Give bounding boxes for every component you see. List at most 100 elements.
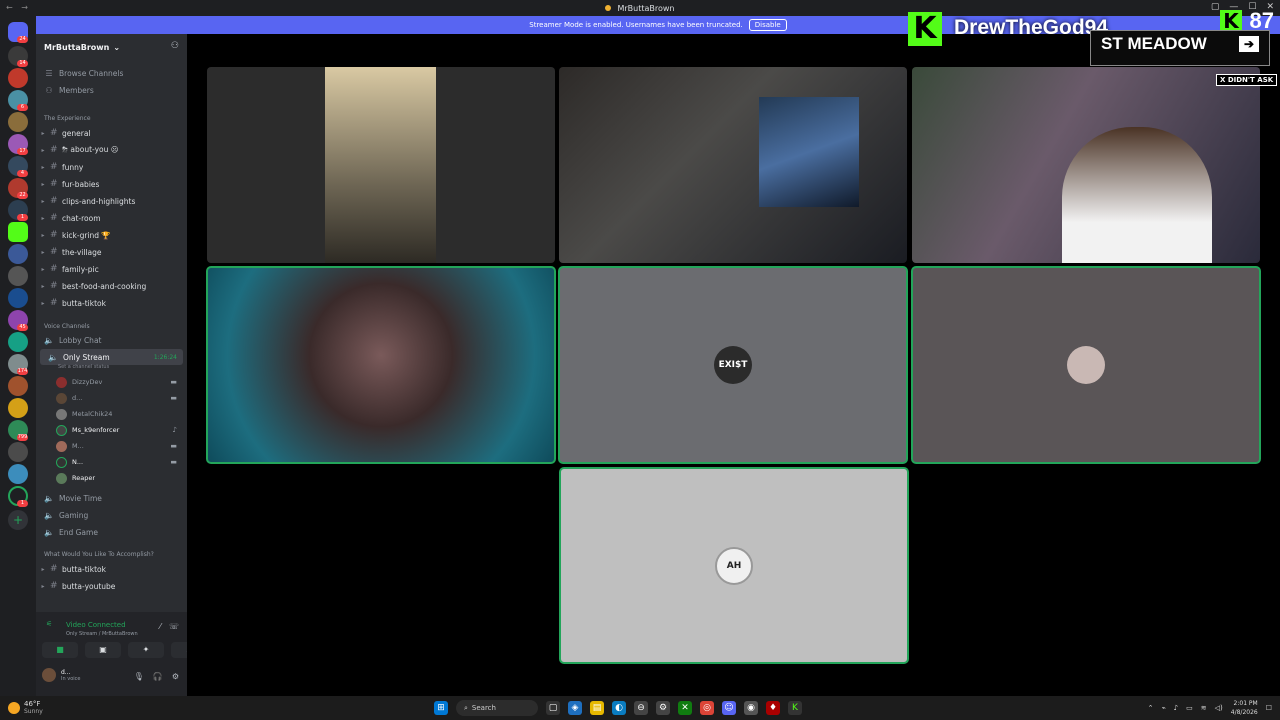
server-icon[interactable] (8, 398, 28, 418)
channel-fur-babies[interactable]: ▸ # fur-babies (36, 176, 187, 192)
chevron-up-icon[interactable]: ⌃ (1148, 704, 1154, 712)
voice-member[interactable]: d... ▬ (56, 390, 183, 406)
xbox-icon[interactable]: ✕ (678, 701, 692, 715)
channel-family-pic[interactable]: ▸ # family-pic (36, 261, 187, 277)
voice-member[interactable]: Reaper (56, 470, 183, 486)
voice-member[interactable]: MetalChik24 (56, 406, 183, 422)
browse-channels-item[interactable]: ☰ Browse Channels (36, 65, 187, 81)
weather-widget[interactable]: 46°F Sunny (8, 700, 43, 715)
voice-member[interactable]: DizzyDev ▬ (56, 374, 183, 390)
connection-channel[interactable]: Only Stream / MrButtaBrown (66, 631, 138, 637)
video-tile-avatar-ah[interactable]: AH (559, 467, 909, 664)
video-tile-participant-2[interactable] (559, 67, 907, 263)
server-header[interactable]: MrButtaBrown ⌄ ⚇ (36, 34, 187, 60)
video-tile-participant-1[interactable] (207, 67, 555, 263)
voice-member[interactable]: M... ▬ (56, 438, 183, 454)
channel-label: family-pic (62, 264, 99, 274)
disconnect-icon[interactable]: ☏ (169, 622, 179, 631)
add-server-icon[interactable]: + (8, 510, 28, 530)
video-tile-speaking[interactable] (206, 266, 556, 464)
disable-streamer-mode-button[interactable]: Disable (748, 19, 787, 31)
channel-status-prompt[interactable]: Set a channel status (58, 364, 109, 370)
network-icon[interactable]: ⌁ (1161, 704, 1165, 712)
server-icon[interactable] (8, 112, 28, 132)
activities-button[interactable]: ✦ (128, 642, 164, 658)
mention-badge: 45 (17, 324, 28, 331)
volume-icon[interactable]: ◁) (1215, 704, 1223, 712)
gear-icon[interactable]: ⚙ (172, 672, 179, 681)
channel-chat-room[interactable]: ▸ # chat-room (36, 210, 187, 226)
app-icon[interactable]: ⊖ (634, 701, 648, 715)
voice-member[interactable]: N... ▬ (56, 454, 183, 470)
server-icon[interactable] (8, 332, 28, 352)
server-icon[interactable] (8, 244, 28, 264)
wifi-icon[interactable]: ≋ (1201, 704, 1207, 712)
channel-butta-youtube[interactable]: ▸ # butta-youtube (36, 578, 187, 594)
mention-badge: 1 (17, 214, 28, 221)
mention-badge: 799 (17, 434, 28, 441)
signal-icon: ⚟ (46, 620, 53, 628)
notifications-icon[interactable]: ☐ (1266, 704, 1272, 712)
chrome-icon[interactable]: ◎ (700, 701, 714, 715)
discord-icon[interactable]: ☺ (722, 701, 736, 715)
server-icon[interactable] (8, 376, 28, 396)
sun-icon (8, 701, 20, 714)
clock[interactable]: 2:01 PM 4/8/2026 (1231, 699, 1258, 717)
voice-member[interactable]: Ms_k9enforcer ♪ (56, 422, 183, 438)
headphones-icon[interactable]: 🎧 (153, 672, 163, 681)
mic-icon[interactable]: ♪ (1174, 704, 1178, 712)
user-controls: 🎙 🎧 ⚙ (134, 672, 179, 681)
app-icon[interactable]: ♦ (766, 701, 780, 715)
channel-about-you[interactable]: ▸ # ⛈ about-you ☹ (36, 142, 187, 158)
text-channel-icon: # (50, 128, 58, 138)
display-icon[interactable]: ▭ (1186, 704, 1193, 712)
voice-channel-end-game[interactable]: 🔈 End Game (36, 524, 187, 540)
server-icon[interactable] (8, 266, 28, 286)
steam-icon[interactable]: ⚙ (656, 701, 670, 715)
channel-clips[interactable]: ▸ # clips-and-highlights (36, 193, 187, 209)
channel-funny[interactable]: ▸ # funny (36, 159, 187, 175)
kick-server-icon[interactable] (8, 222, 28, 242)
channel-kick-grind[interactable]: ▸ # kick-grind 🏆 (36, 227, 187, 243)
category-experience[interactable]: The Experience (44, 115, 91, 122)
speaker-icon: 🔈 (44, 527, 54, 537)
user-panel[interactable]: d... In voice (42, 668, 80, 682)
channel-general[interactable]: ▸ # general (36, 125, 187, 141)
avatar (42, 668, 56, 682)
kick-icon[interactable]: K (788, 701, 802, 715)
voice-channel-movie-time[interactable]: 🔈 Movie Time (36, 490, 187, 506)
nav-arrows-icon[interactable]: ← → (6, 3, 31, 12)
invite-people-icon[interactable]: ⚇ (171, 41, 179, 51)
channel-butta-tiktok-2[interactable]: ▸ # butta-tiktok (36, 561, 187, 577)
copilot-icon[interactable]: ◈ (568, 701, 582, 715)
file-explorer-icon[interactable]: ▤ (590, 701, 604, 715)
channel-best-food[interactable]: ▸ # best-food-and-cooking (36, 278, 187, 294)
mic-icon[interactable]: 🎙 (134, 672, 144, 681)
server-icon[interactable] (8, 68, 28, 88)
channel-the-village[interactable]: ▸ # the-village (36, 244, 187, 260)
video-tile-streamer[interactable] (912, 67, 1260, 263)
obs-icon[interactable]: ◉ (744, 701, 758, 715)
channel-label: general (62, 128, 91, 138)
noise-suppression-icon[interactable]: ⁄ (160, 622, 161, 631)
server-icon[interactable] (8, 464, 28, 484)
server-icon[interactable] (8, 288, 28, 308)
members-item[interactable]: ⚇ Members (36, 82, 187, 98)
text-channel-icon: # (50, 264, 58, 274)
voice-channel-only-stream[interactable]: 🔈 Only Stream 1:26:24 (40, 349, 183, 365)
screen-share-button[interactable]: ▣ (85, 642, 121, 658)
video-tile-avatar-exist[interactable]: EXI$T (558, 266, 908, 464)
server-icon[interactable] (8, 442, 28, 462)
task-view-icon[interactable]: ▢ (546, 701, 560, 715)
video-tile-avatar-photo[interactable] (911, 266, 1261, 464)
search-box[interactable]: ⌕ Search (456, 700, 538, 716)
category-accomplish[interactable]: What Would You Like To Accomplish? (44, 551, 154, 558)
start-icon[interactable]: ⊞ (434, 701, 448, 715)
camera-button[interactable]: ■ (42, 642, 78, 658)
edge-icon[interactable]: ◐ (612, 701, 626, 715)
voice-channel-gaming[interactable]: 🔈 Gaming (36, 507, 187, 523)
channel-butta-tiktok[interactable]: ▸ # butta-tiktok (36, 295, 187, 311)
member-name: N... (72, 458, 84, 466)
voice-channel-lobby[interactable]: 🔈 Lobby Chat (36, 332, 187, 348)
category-voice[interactable]: Voice Channels (44, 323, 90, 330)
